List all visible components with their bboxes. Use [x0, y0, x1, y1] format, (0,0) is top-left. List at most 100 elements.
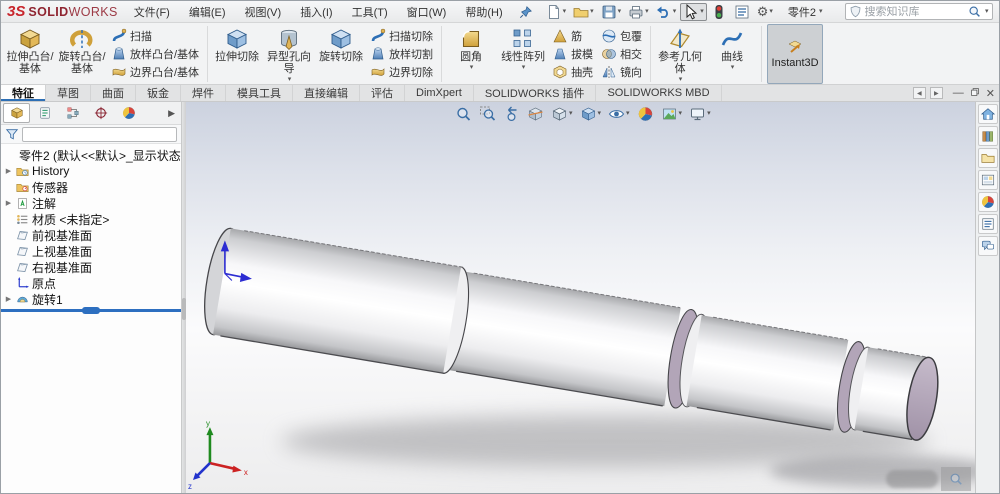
previous-view-button[interactable] — [500, 104, 523, 123]
tab-weldments[interactable]: 焊件 — [181, 85, 226, 101]
tab-mold-tools[interactable]: 模具工具 — [226, 85, 293, 101]
menu-tools[interactable]: 工具(T) — [350, 3, 390, 21]
tab-solidworks-addins[interactable]: SOLIDWORKS 插件 — [474, 85, 597, 101]
rollback-bar[interactable] — [1, 309, 181, 312]
tree-item-history[interactable]: ▶ History — [1, 163, 181, 179]
fillet-button[interactable]: 圆角 ▾ — [445, 24, 497, 84]
displaymanager-tab[interactable] — [115, 103, 142, 123]
swept-boss-button[interactable]: 扫描 — [108, 27, 204, 45]
dimxpertmanager-tab[interactable] — [87, 103, 114, 123]
hide-show-items-button[interactable]: ▾ — [605, 104, 633, 123]
boundary-cut-button[interactable]: 边界切除 — [367, 63, 438, 81]
revolved-boss-base-button[interactable]: 旋转凸台/基体 — [56, 24, 108, 84]
view-palette-button[interactable] — [978, 170, 998, 190]
3d-viewport[interactable]: y x z ▾ ▾ ▾ ▾ ▾ — [186, 102, 975, 493]
search-input[interactable] — [865, 6, 965, 18]
design-library-button[interactable] — [978, 126, 998, 146]
configurationmanager-tab[interactable] — [59, 103, 86, 123]
search-options-caret[interactable]: ▾ — [985, 8, 989, 15]
tree-item-top-plane[interactable]: 上视基准面 — [1, 243, 181, 259]
menu-help[interactable]: 帮助(H) — [463, 3, 504, 21]
tree-item-front-plane[interactable]: 前视基准面 — [1, 227, 181, 243]
search-icon[interactable] — [968, 5, 981, 18]
solidworks-forum-button[interactable] — [978, 236, 998, 256]
custom-properties-button[interactable] — [978, 214, 998, 234]
file-explorer-button[interactable] — [978, 148, 998, 168]
panel-expand-arrow[interactable]: ▶ — [164, 108, 179, 119]
tab-features[interactable]: 特征 — [1, 85, 46, 101]
tree-item-right-plane[interactable]: 右视基准面 — [1, 259, 181, 275]
menu-file[interactable]: 文件(F) — [132, 3, 172, 21]
new-document-button[interactable]: ▾ — [543, 3, 570, 21]
undo-button[interactable]: ▾ — [653, 3, 680, 21]
curves-button[interactable]: 曲线 ▾ — [706, 24, 758, 84]
print-button[interactable]: ▾ — [625, 3, 652, 21]
doc-restore-button[interactable] — [970, 87, 980, 100]
tree-root-part[interactable]: 零件2 (默认<<默认>_显示状态 1>) — [1, 147, 181, 163]
expand-arrow[interactable]: ▶ — [4, 295, 13, 303]
zoom-to-fit-button[interactable] — [452, 104, 475, 123]
open-button[interactable]: ▾ — [570, 3, 597, 21]
featuremanager-tree-tab[interactable] — [3, 103, 30, 123]
tree-filter-input[interactable] — [22, 127, 177, 142]
tree-item-sensors[interactable]: 传感器 — [1, 179, 181, 195]
linear-pattern-button[interactable]: 线性阵列 ▾ — [497, 24, 549, 84]
lofted-boss-button[interactable]: 放样凸台/基体 — [108, 45, 204, 63]
menu-edit[interactable]: 编辑(E) — [187, 3, 228, 21]
reference-geometry-button[interactable]: 参考几何体 ▾ — [654, 24, 706, 84]
knowledge-base-search[interactable]: ▾ — [845, 3, 993, 20]
extruded-cut-button[interactable]: 拉伸切除 — [211, 24, 263, 84]
tab-dimxpert[interactable]: DimXpert — [405, 85, 474, 101]
tree-item-annotations[interactable]: ▶ 注解 — [1, 195, 181, 211]
tab-sketch[interactable]: 草图 — [46, 85, 91, 101]
menu-insert[interactable]: 插入(I) — [298, 3, 334, 21]
view-orientation-button[interactable]: ▾ — [548, 104, 576, 123]
doc-close-button[interactable]: ✕ — [986, 87, 995, 100]
edit-appearance-button[interactable] — [634, 104, 657, 123]
instant3d-toggle[interactable]: Instant3D — [767, 24, 823, 84]
draft-button[interactable]: 拔模 — [549, 45, 598, 63]
tree-item-origin[interactable]: 原点 — [1, 275, 181, 291]
intersect-button[interactable]: 相交 — [598, 45, 647, 63]
reference-geometry-caret[interactable]: ▾ — [679, 76, 683, 83]
lofted-cut-button[interactable]: 放样切割 — [367, 45, 438, 63]
curves-caret[interactable]: ▾ — [731, 64, 735, 71]
mirror-button[interactable]: 镜向 — [598, 63, 647, 81]
menu-view[interactable]: 视图(V) — [243, 3, 284, 21]
tab-scroll-left[interactable]: ◀ — [913, 87, 926, 99]
document-switcher[interactable]: 零件2▾ — [788, 4, 823, 20]
select-tool-button[interactable]: ▾ — [680, 3, 707, 21]
expand-arrow[interactable]: ▶ — [4, 199, 13, 207]
home-tab-button[interactable] — [978, 104, 998, 124]
wrap-button[interactable]: 包覆 — [598, 27, 647, 45]
propertymanager-tab[interactable] — [31, 103, 58, 123]
tree-item-revolve1[interactable]: ▶ 旋转1 — [1, 291, 181, 307]
revolved-cut-button[interactable]: 旋转切除 — [315, 24, 367, 84]
tab-surfaces[interactable]: 曲面 — [91, 85, 136, 101]
display-style-button[interactable]: ▾ — [577, 104, 605, 123]
tab-solidworks-mbd[interactable]: SOLIDWORKS MBD — [596, 85, 721, 101]
tab-evaluate[interactable]: 评估 — [360, 85, 405, 101]
menu-window[interactable]: 窗口(W) — [405, 3, 449, 21]
tab-direct-editing[interactable]: 直接编辑 — [293, 85, 360, 101]
rib-button[interactable]: 筋 — [549, 27, 598, 45]
expand-arrow[interactable]: ▶ — [4, 167, 13, 175]
fillet-caret[interactable]: ▾ — [470, 64, 474, 71]
tab-sheet-metal[interactable]: 钣金 — [136, 85, 181, 101]
appearances-scenes-button[interactable] — [978, 192, 998, 212]
file-properties-button[interactable] — [731, 3, 753, 21]
zoom-to-area-button[interactable] — [476, 104, 499, 123]
pin-menu-icon[interactable] — [519, 4, 533, 20]
tab-scroll-right[interactable]: ▶ — [930, 87, 943, 99]
save-button[interactable]: ▾ — [598, 3, 625, 21]
boundary-boss-button[interactable]: 边界凸台/基体 — [108, 63, 204, 81]
apply-scene-button[interactable]: ▾ — [658, 104, 686, 123]
hole-wizard-caret[interactable]: ▾ — [288, 76, 292, 83]
hole-wizard-button[interactable]: 异型孔向导 ▾ — [263, 24, 315, 84]
tree-item-material[interactable]: 材质 <未指定> — [1, 211, 181, 227]
performance-evaluation-button[interactable] — [708, 3, 730, 21]
shell-button[interactable]: 抽壳 — [549, 63, 598, 81]
doc-minimize-button[interactable]: — — [953, 87, 964, 100]
options-button[interactable]: ⚙▾ — [754, 3, 776, 21]
swept-cut-button[interactable]: 扫描切除 — [367, 27, 438, 45]
